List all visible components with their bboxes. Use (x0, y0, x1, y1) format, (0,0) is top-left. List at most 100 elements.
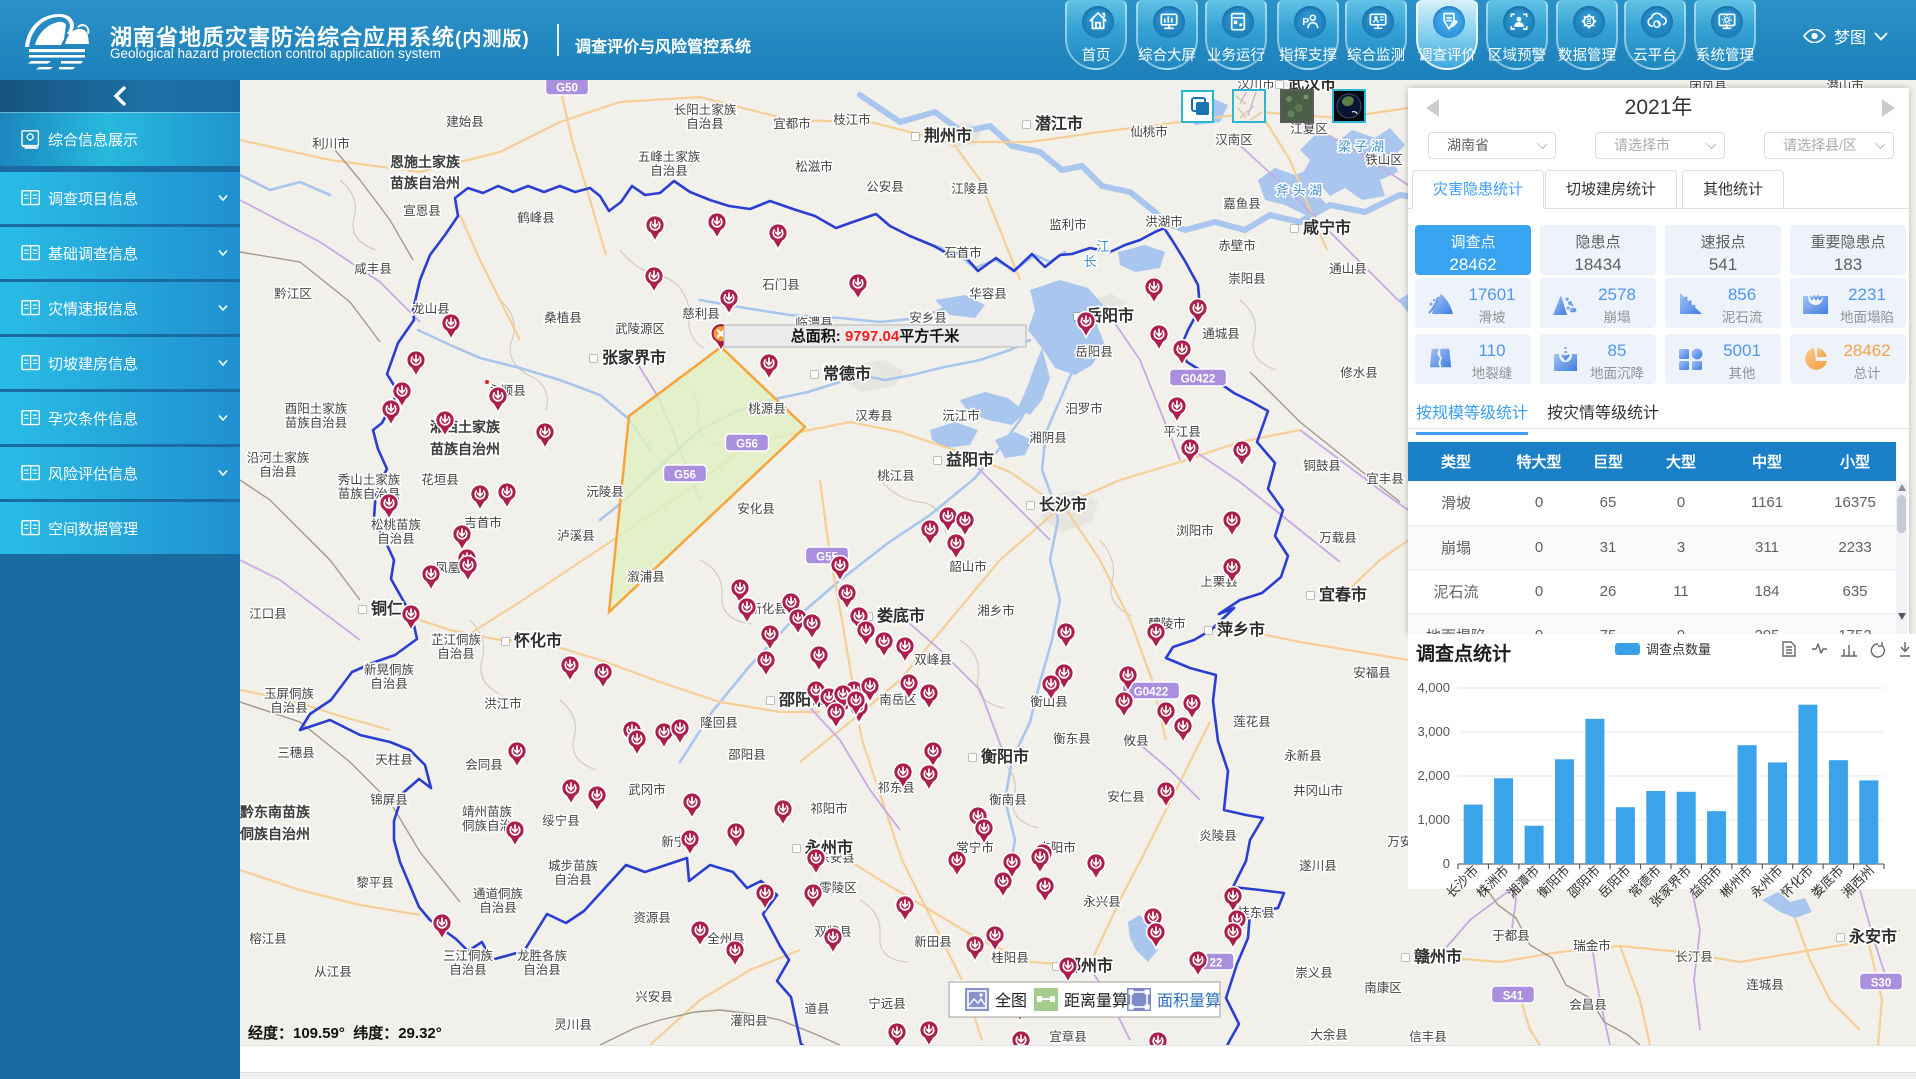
svg-text:益阳市: 益阳市 (946, 450, 994, 469)
svg-text:苗族自治县: 苗族自治县 (285, 416, 348, 430)
svg-text:新晃侗族: 新晃侗族 (364, 662, 415, 677)
svg-text:监利市: 监利市 (1049, 217, 1087, 232)
svg-text:桂阳县: 桂阳县 (991, 950, 1029, 965)
svg-text:距离量算: 距离量算 (1064, 991, 1128, 1010)
svg-text:4,000: 4,000 (1417, 680, 1450, 695)
svg-text:石首市: 石首市 (944, 245, 982, 260)
svg-text:通城县: 通城县 (1202, 327, 1240, 341)
svg-text:沅陵县: 沅陵县 (586, 485, 624, 499)
svg-text:调查点数量: 调查点数量 (1646, 642, 1711, 657)
svg-text:江口县: 江口县 (249, 607, 287, 621)
svg-text:泸溪县: 泸溪县 (557, 529, 595, 543)
svg-text:湘乡市: 湘乡市 (977, 603, 1015, 618)
svg-text:三穗县: 三穗县 (277, 746, 315, 760)
svg-text:潜江市: 潜江市 (1035, 114, 1083, 133)
svg-text:建始县: 建始县 (446, 115, 484, 129)
svg-text:三江侗族: 三江侗族 (443, 949, 494, 963)
svg-text:沿河土家族: 沿河土家族 (247, 450, 310, 465)
svg-text:黎平县: 黎平县 (356, 876, 394, 890)
svg-text:咸丰县: 咸丰县 (354, 262, 392, 276)
svg-text:S41: S41 (1503, 991, 1524, 1003)
svg-text:长阳土家族: 长阳土家族 (674, 102, 737, 117)
svg-text:洪江市: 洪江市 (484, 696, 522, 711)
svg-text:安仁县: 安仁县 (1107, 789, 1145, 804)
svg-text:大余县: 大余县 (1310, 1027, 1348, 1042)
svg-text:铜仁: 铜仁 (371, 599, 403, 618)
svg-text:沅江市: 沅江市 (942, 408, 980, 423)
svg-text:浏阳市: 浏阳市 (1176, 523, 1214, 538)
svg-text:崇义县: 崇义县 (1295, 966, 1333, 980)
svg-text:酉阳土家族: 酉阳土家族 (285, 401, 348, 416)
svg-text:自治县: 自治县 (523, 963, 561, 977)
svg-text:通山县: 通山县 (1329, 262, 1367, 276)
svg-text:G50: G50 (556, 83, 578, 95)
svg-text:修水县: 修水县 (1340, 365, 1378, 380)
svg-text:榕江县: 榕江县 (249, 931, 287, 946)
svg-text:石门县: 石门县 (762, 277, 800, 292)
svg-text:安乡县: 安乡县 (909, 310, 947, 325)
svg-text:全图: 全图 (995, 992, 1027, 1010)
svg-text:G0422: G0422 (1181, 374, 1216, 386)
svg-text:22: 22 (1210, 958, 1223, 970)
svg-text:自治县: 自治县 (370, 677, 408, 691)
svg-text:衡南县: 衡南县 (989, 792, 1027, 807)
svg-text:道县: 道县 (804, 1002, 829, 1016)
svg-text:宣恩县: 宣恩县 (403, 203, 441, 218)
svg-text:自治县: 自治县 (449, 963, 487, 977)
svg-text:江夏区: 江夏区 (1290, 122, 1328, 136)
svg-text:慈利县: 慈利县 (682, 306, 720, 321)
svg-text:绥宁县: 绥宁县 (542, 813, 580, 828)
svg-text:张家界市: 张家界市 (602, 348, 666, 367)
svg-text:武冈市: 武冈市 (628, 782, 666, 797)
svg-text:娄底市: 娄底市 (877, 606, 925, 625)
svg-text:松滋市: 松滋市 (795, 159, 833, 174)
svg-text:资源县: 资源县 (633, 911, 671, 925)
svg-text:秀山土家族: 秀山土家族 (338, 472, 401, 487)
svg-text:零陵区: 零陵区 (819, 881, 857, 895)
svg-text:枝江市: 枝江市 (833, 112, 871, 127)
svg-text:G0422: G0422 (1134, 687, 1169, 699)
svg-text:宜丰县: 宜丰县 (1366, 471, 1404, 486)
svg-text:芷江侗族: 芷江侗族 (431, 633, 482, 647)
svg-text:侗族自治: 侗族自治 (462, 819, 512, 833)
svg-text:汉寿县: 汉寿县 (855, 409, 893, 423)
svg-text:梁 子 湖: 梁 子 湖 (1338, 139, 1384, 154)
svg-text:自治县: 自治县 (270, 701, 308, 715)
svg-text:长沙市: 长沙市 (1039, 495, 1087, 514)
svg-text:隆回县: 隆回县 (700, 715, 738, 730)
svg-text:兴安县: 兴安县 (635, 989, 673, 1004)
svg-text:玉屏侗族: 玉屏侗族 (264, 687, 315, 701)
svg-text:双峰县: 双峰县 (914, 653, 952, 667)
svg-text:松桃苗族: 松桃苗族 (371, 517, 422, 532)
svg-text:经度：109.59° 纬度：29.32°: 经度：109.59° 纬度：29.32° (248, 1024, 442, 1042)
svg-text:会昌县: 会昌县 (1569, 998, 1607, 1012)
svg-text:华容县: 华容县 (969, 286, 1007, 301)
svg-text:长汀县: 长汀县 (1675, 950, 1713, 964)
svg-text:祁阳市: 祁阳市 (810, 801, 848, 816)
svg-text:铁山区: 铁山区 (1365, 153, 1403, 167)
svg-text:信丰县: 信丰县 (1409, 1030, 1447, 1044)
svg-text:宁远县: 宁远县 (868, 996, 906, 1011)
svg-text:黔东南苗族: 黔东南苗族 (240, 804, 311, 820)
svg-text:仙桃市: 仙桃市 (1130, 124, 1168, 139)
svg-text:常德市: 常德市 (823, 364, 871, 383)
svg-text:通道侗族: 通道侗族 (473, 887, 524, 901)
svg-text:汨罗市: 汨罗市 (1065, 401, 1103, 416)
svg-text:苗族自治州: 苗族自治州 (430, 441, 500, 457)
svg-text:溆浦县: 溆浦县 (627, 570, 665, 584)
svg-text:G56: G56 (674, 470, 696, 482)
svg-text:S30: S30 (1871, 978, 1891, 990)
svg-text:靖州苗族: 靖州苗族 (462, 805, 513, 819)
svg-text:安化县: 安化县 (737, 501, 775, 516)
svg-text:铜鼓县: 铜鼓县 (1303, 458, 1341, 473)
svg-text:宜春市: 宜春市 (1319, 585, 1367, 604)
svg-text:崇阳县: 崇阳县 (1228, 272, 1266, 286)
svg-text:岳阳县: 岳阳县 (1075, 345, 1113, 359)
svg-text:炎陵县: 炎陵县 (1199, 829, 1237, 843)
svg-text:0: 0 (1443, 856, 1450, 871)
svg-text:荆州市: 荆州市 (924, 126, 972, 145)
svg-text:公安县: 公安县 (866, 179, 904, 194)
svg-text:祁东县: 祁东县 (877, 780, 915, 795)
svg-text:花垣县: 花垣县 (421, 472, 459, 487)
svg-text:1,000: 1,000 (1417, 812, 1450, 827)
